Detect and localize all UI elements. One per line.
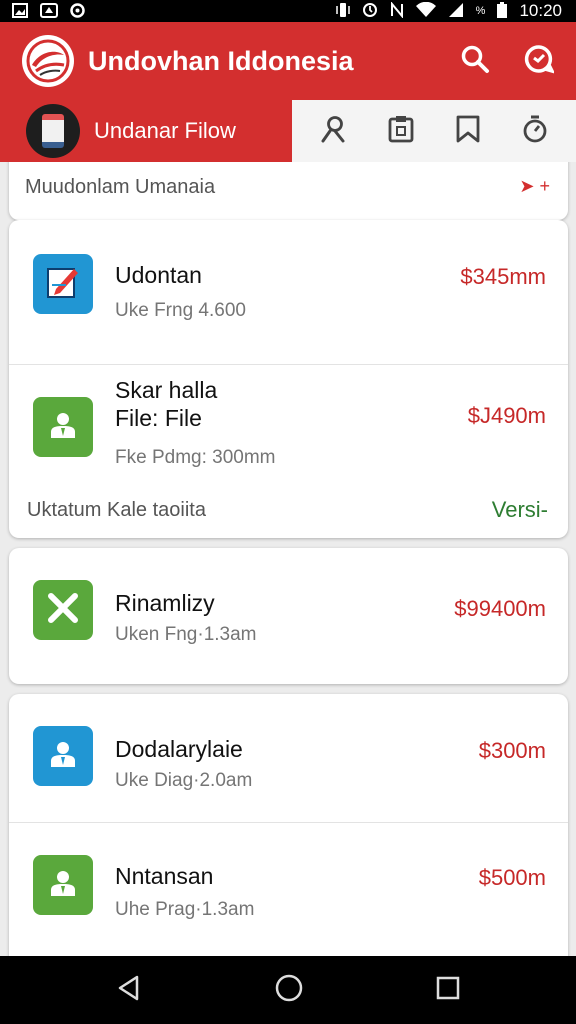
app-icon (33, 397, 93, 457)
person-icon (46, 737, 80, 776)
app-title: Undovhan Iddonesia (88, 45, 354, 76)
sub-bar-tabs (292, 100, 576, 162)
list-card: Udontan Uke Frng 4.600 $345mm Skar halla… (9, 220, 568, 538)
wifi-icon (415, 1, 436, 20)
edit-icon (44, 263, 82, 306)
item-title: Skar halla (115, 377, 218, 403)
item-price: $J490m (467, 403, 546, 428)
partial-header-action[interactable]: ➤ + (519, 176, 550, 197)
status-right-icons: % 10:20 (335, 1, 562, 21)
battery-text: % (475, 4, 486, 17)
bookmark-icon[interactable] (455, 114, 481, 149)
battery-icon (497, 2, 508, 20)
list-card: Rinamlizy Uken Fng·1.3am $99400m (9, 548, 568, 684)
item-price: $300m (478, 738, 546, 763)
app-actions (460, 44, 556, 79)
sub-bar-account[interactable]: Undanar Filow (0, 100, 292, 162)
account-thumbnail (26, 104, 80, 158)
search-icon[interactable] (460, 44, 490, 79)
item-meta: Uhe Prag·1.3am (115, 899, 255, 920)
list-item[interactable]: Dodalarylaie Uke Diag·2.0am $300m (9, 694, 568, 822)
card-footer: Uktatum Kale taoiita Versi- (9, 483, 568, 538)
system-nav-bar (0, 956, 576, 1024)
app-icon (33, 580, 93, 640)
app-bar: Undovhan Iddonesia (0, 22, 576, 100)
item-price: $345mm (460, 264, 546, 289)
app-icon (33, 726, 93, 786)
list-item[interactable]: Udontan Uke Frng 4.600 $345mm (9, 220, 568, 364)
image-icon (12, 2, 28, 20)
status-left-icons (12, 2, 85, 20)
person-icon[interactable] (318, 114, 348, 149)
list-item[interactable]: Rinamlizy Uken Fng·1.3am $99400m (9, 548, 568, 684)
card-footer-link[interactable]: Versi- (492, 497, 548, 523)
partial-header-card[interactable]: Muudonlam Umanaia ➤ + (9, 162, 568, 220)
list-item[interactable]: Nntansan Uhe Prag·1.3am $500m (9, 823, 568, 953)
cloud-icon (40, 2, 58, 20)
partial-header-text: Muudonlam Umanaia (25, 176, 216, 198)
person-icon (46, 866, 80, 905)
sub-bar: Undanar Filow (0, 100, 576, 162)
item-meta: Uke Diag·2.0am (115, 770, 253, 791)
list-item[interactable]: Skar halla File: File Fke Pdmg: 300mm $J… (9, 365, 568, 483)
item-title: Udontan (115, 262, 202, 288)
item-meta: Uke Frng 4.600 (115, 300, 246, 321)
chat-icon[interactable] (524, 44, 556, 79)
signal-icon (448, 2, 464, 20)
item-price: $99400m (454, 596, 546, 621)
status-bar: % 10:20 (0, 0, 576, 22)
status-time: 10:20 (519, 1, 562, 20)
vibrate-icon (335, 2, 350, 20)
close-icon (45, 590, 81, 631)
back-icon[interactable] (115, 974, 143, 1007)
item-meta: Fke Pdmg: 300mm (115, 447, 276, 468)
item-price: $500m (478, 865, 546, 890)
clipboard-icon[interactable] (387, 114, 415, 149)
recents-icon[interactable] (435, 975, 461, 1006)
app-logo (22, 35, 74, 87)
app-icon (33, 855, 93, 915)
sub-bar-title: Undanar Filow (94, 118, 236, 143)
content-list: Muudonlam Umanaia ➤ + Udontan Uke Frng 4… (0, 162, 576, 956)
item-title: Dodalarylaie (115, 736, 243, 762)
item-title-line2: File: File (115, 405, 202, 431)
home-icon[interactable] (274, 973, 304, 1008)
circle-icon (70, 2, 85, 20)
item-title: Nntansan (115, 863, 214, 889)
person-icon (46, 408, 80, 447)
list-card: Dodalarylaie Uke Diag·2.0am $300m Nntans… (9, 694, 568, 956)
item-meta: Uken Fng·1.3am (115, 624, 257, 645)
timer-icon[interactable] (520, 114, 550, 149)
nfc-icon (390, 1, 404, 20)
alarm-icon (362, 2, 378, 20)
app-icon (33, 254, 93, 314)
item-title: Rinamlizy (115, 590, 215, 616)
card-footer-text: Uktatum Kale taoiita (27, 499, 206, 521)
